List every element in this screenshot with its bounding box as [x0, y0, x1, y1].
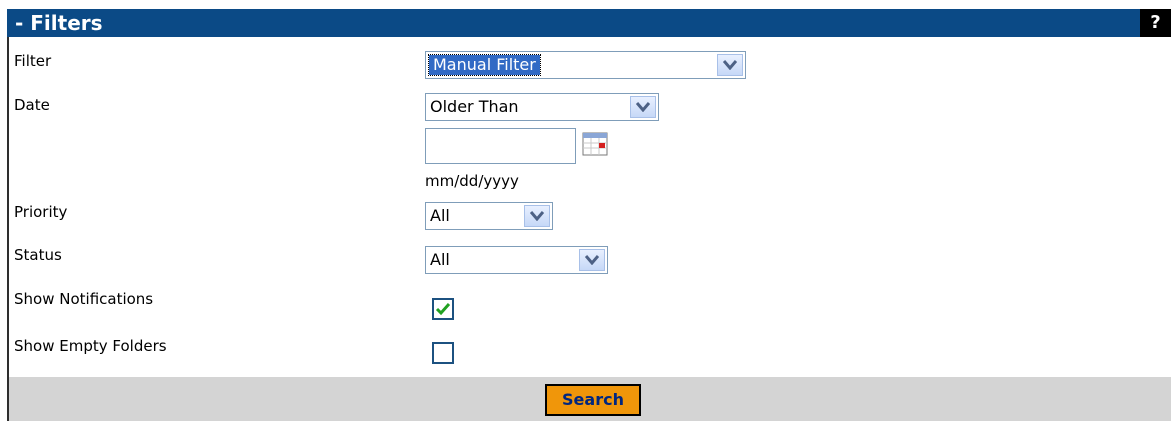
date-input[interactable] [425, 128, 576, 164]
panel-left-border [7, 37, 9, 421]
chevron-down-icon [630, 96, 656, 118]
chevron-down-icon [579, 249, 605, 271]
filter-select[interactable]: Manual Filter [425, 51, 746, 79]
chevron-down-icon [717, 54, 743, 76]
date-mode-value: Older Than [430, 97, 519, 116]
chevron-down-icon [524, 205, 550, 227]
filters-panel: - Filters ? Filter Manual Filter Date Ol… [0, 0, 1171, 421]
date-label: Date [14, 96, 50, 114]
show-notifications-checkbox[interactable] [432, 298, 454, 320]
priority-select[interactable]: All [425, 202, 553, 230]
priority-label: Priority [14, 203, 68, 221]
calendar-icon[interactable] [582, 131, 608, 157]
show-notifications-label: Show Notifications [14, 290, 154, 308]
checkmark-icon [435, 303, 451, 316]
help-button[interactable]: ? [1140, 9, 1171, 37]
status-select[interactable]: All [425, 246, 608, 274]
filters-title[interactable]: - Filters [15, 9, 103, 37]
date-format-hint: mm/dd/yyyy [425, 172, 519, 190]
filters-header[interactable]: - Filters ? [7, 9, 1171, 37]
show-empty-folders-checkbox[interactable] [432, 342, 454, 364]
priority-select-value: All [430, 206, 450, 225]
status-label: Status [14, 246, 62, 264]
filter-label: Filter [14, 52, 52, 70]
status-select-value: All [430, 250, 450, 269]
date-mode-select[interactable]: Older Than [425, 93, 659, 121]
filter-select-value: Manual Filter [428, 54, 541, 76]
search-button[interactable]: Search [545, 384, 641, 416]
show-empty-folders-label: Show Empty Folders [14, 337, 167, 355]
